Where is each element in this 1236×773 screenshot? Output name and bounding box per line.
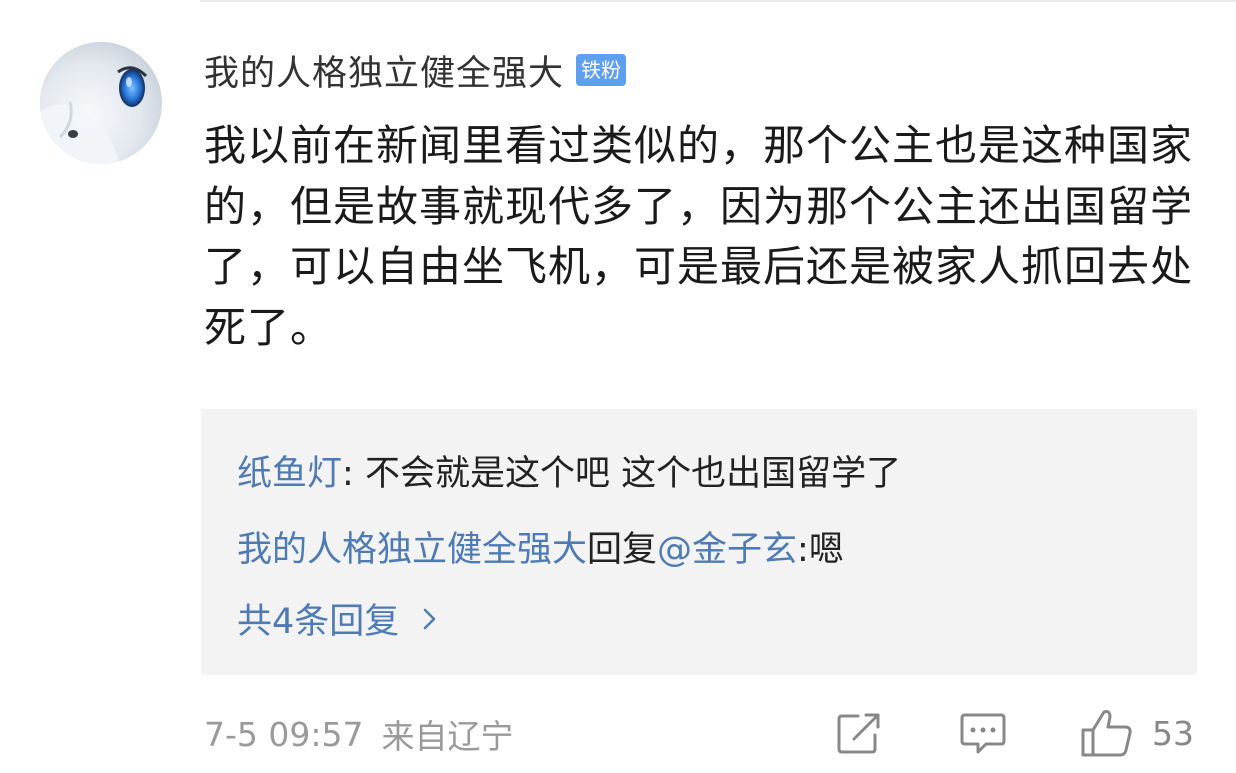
avatar[interactable] <box>40 42 162 164</box>
share-icon <box>837 713 880 754</box>
fan-badge: 铁粉 <box>576 54 627 86</box>
reply-preview-box[interactable]: 纸鱼灯: 不会就是这个吧 这个也出国留学了 我的人格独立健全强大回复@金子玄:嗯… <box>201 409 1197 675</box>
comment-icon <box>960 713 1006 754</box>
comment-button[interactable] <box>960 708 1006 758</box>
comment-timestamp: 7-5 09:57 <box>204 714 364 754</box>
top-divider <box>200 0 1236 2</box>
comment-text: 我以前在新闻里看过类似的，那个公主也是这种国家的，但是故事就现代多了，因为那个公… <box>204 121 1194 352</box>
chevron-right-icon <box>424 608 436 629</box>
like-count: 53 <box>1152 713 1194 753</box>
reply-word: 回复 <box>587 530 658 570</box>
comment-footer: 7-5 09:57 来自辽宁 <box>204 712 514 757</box>
more-replies-label: 共4条回复 <box>237 602 400 642</box>
reply-separator: : <box>797 530 809 570</box>
reply-separator: : <box>342 454 365 494</box>
reply-item[interactable]: 我的人格独立健全强大回复@金子玄:嗯 <box>237 521 844 572</box>
reply-item[interactable]: 纸鱼灯: 不会就是这个吧 这个也出国留学了 <box>237 445 901 496</box>
reply-mention[interactable]: @金子玄 <box>657 530 797 570</box>
share-button[interactable] <box>836 708 882 758</box>
like-button[interactable]: 53 <box>1080 708 1194 758</box>
reply-text: 嗯 <box>808 530 844 570</box>
comment-location: 来自辽宁 <box>381 717 514 756</box>
reply-text: 不会就是这个吧 这个也出国留学了 <box>364 454 902 494</box>
comment-username[interactable]: 我的人格独立健全强大 <box>204 45 564 96</box>
more-replies-row[interactable]: 共4条回复 <box>237 593 441 644</box>
comment-header: 我的人格独立健全强大 铁粉 <box>204 48 627 94</box>
thumbs-up-icon <box>1081 710 1132 757</box>
avatar-image <box>40 42 162 164</box>
reply-author[interactable]: 我的人格独立健全强大 <box>237 530 587 570</box>
more-replies-link[interactable]: 共4条回复 <box>237 593 441 644</box>
reply-author[interactable]: 纸鱼灯 <box>237 454 342 494</box>
